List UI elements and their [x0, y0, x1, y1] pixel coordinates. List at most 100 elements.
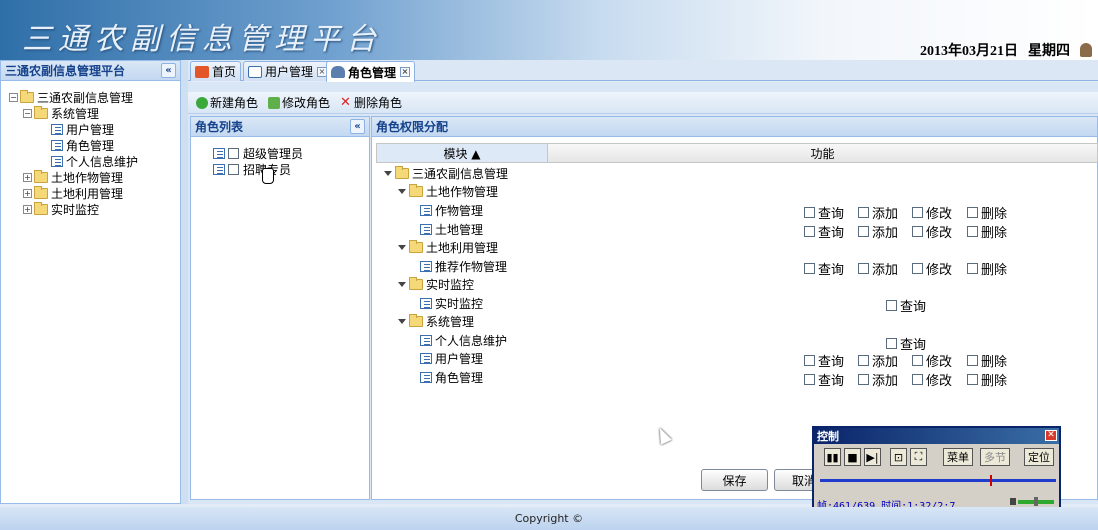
expanded-arrow-icon[interactable]	[384, 170, 392, 176]
perm-row-land-use: 土地利用管理	[376, 238, 1096, 256]
checkbox[interactable]	[804, 226, 815, 237]
nav-tree-root[interactable]: − 三通农副信息管理	[3, 89, 178, 105]
control-window-titlebar[interactable]: 控制 ✕	[814, 428, 1059, 444]
role-icon	[213, 147, 225, 159]
button-label: 删除角色	[354, 96, 403, 110]
checkbox[interactable]	[967, 226, 978, 237]
new-role-button[interactable]: 新建角色	[196, 94, 258, 111]
stop-button[interactable]: ■	[844, 448, 861, 466]
checkbox[interactable]	[912, 374, 923, 385]
locate-button[interactable]: 定位	[1024, 448, 1054, 466]
checkbox[interactable]	[967, 263, 978, 274]
next-frame-button[interactable]: ▶|	[864, 448, 881, 466]
column-header-module[interactable]: 模块 ▲	[377, 144, 548, 162]
fullscreen-icon[interactable]: ⛶	[910, 448, 927, 466]
close-icon[interactable]: ✕	[1045, 430, 1057, 441]
nav-item-land-use-mgmt[interactable]: + 土地利用管理	[3, 185, 178, 201]
checkbox[interactable]	[967, 374, 978, 385]
pause-button[interactable]: ▮▮	[824, 448, 841, 466]
edit-role-button[interactable]: 修改角色	[268, 94, 330, 111]
checkbox[interactable]	[912, 263, 923, 274]
perm-query[interactable]: 查询	[804, 370, 844, 389]
checkbox[interactable]	[967, 207, 978, 218]
tab-role-mgmt[interactable]: 角色管理 ×	[326, 61, 416, 82]
checkbox[interactable]	[858, 374, 869, 385]
page-icon	[420, 334, 432, 346]
expanded-arrow-icon[interactable]	[398, 244, 406, 250]
multi-section-button[interactable]: 多节	[980, 448, 1010, 466]
perm-delete[interactable]: 删除	[967, 370, 1007, 389]
perm-row-role-mgmt: 角色管理 查询 添加 修改 删除	[376, 368, 1096, 389]
perm-row-label: 土地管理	[435, 222, 484, 237]
checkbox[interactable]	[912, 207, 923, 218]
perm-row-land-crop: 土地作物管理	[376, 182, 1096, 200]
nav-item-realtime-monitor[interactable]: + 实时监控	[3, 201, 178, 217]
role-checkbox[interactable]	[228, 147, 239, 159]
perm-add[interactable]: 添加	[858, 370, 898, 389]
folder-open-icon	[34, 105, 48, 119]
perm-row-label: 实时监控	[426, 277, 475, 292]
user-icon[interactable]	[1080, 43, 1092, 57]
nav-item-user-mgmt[interactable]: 用户管理	[3, 121, 178, 137]
expanded-arrow-icon[interactable]	[398, 281, 406, 287]
button-label: 修改角色	[282, 96, 331, 110]
perm-row-crop-mgmt: 作物管理 查询 添加 修改 删除	[376, 201, 1096, 222]
collapse-toggle-icon[interactable]: −	[9, 92, 18, 102]
menu-button[interactable]: 菜单	[943, 448, 973, 466]
folder-open-icon	[395, 165, 409, 179]
checkbox[interactable]	[912, 355, 923, 366]
expand-toggle-icon[interactable]: +	[23, 188, 32, 198]
perm-edit[interactable]: 修改	[912, 370, 952, 389]
checkbox[interactable]	[804, 355, 815, 366]
role-item[interactable]: 超级管理员	[213, 145, 369, 161]
perm-row-system: 系统管理	[376, 312, 1096, 330]
checkbox[interactable]	[804, 263, 815, 274]
checkbox[interactable]	[858, 226, 869, 237]
folder-open-icon	[409, 276, 423, 290]
checkbox[interactable]	[804, 374, 815, 385]
delete-role-button[interactable]: ✕ 删除角色	[340, 94, 402, 111]
folder-open-icon	[409, 239, 423, 253]
checkbox[interactable]	[858, 207, 869, 218]
checkbox[interactable]	[967, 355, 978, 366]
page-icon	[420, 260, 432, 272]
tab-user-mgmt[interactable]: 用户管理 ×	[243, 61, 333, 81]
checkbox[interactable]	[858, 263, 869, 274]
expanded-arrow-icon[interactable]	[398, 188, 406, 194]
expand-toggle-icon[interactable]: +	[23, 172, 32, 182]
checkbox[interactable]	[912, 226, 923, 237]
save-button[interactable]: 保存	[701, 469, 768, 491]
fit-window-icon[interactable]: ⊡	[890, 448, 907, 466]
role-list-collapse-button[interactable]: «	[350, 119, 365, 134]
role-list: 超级管理员 招聘专员	[191, 137, 369, 177]
playback-progress-thumb[interactable]	[989, 475, 992, 486]
control-window-title: 控制	[817, 430, 839, 443]
nav-item-label: 个人信息维护	[66, 154, 139, 169]
checkbox[interactable]	[886, 338, 897, 349]
checkbox[interactable]	[886, 300, 897, 311]
perm-row-land-mgmt: 土地管理 查询 添加 修改 删除	[376, 220, 1096, 241]
hand-cursor-icon	[262, 168, 274, 184]
volume-slider-thumb[interactable]	[1034, 497, 1038, 506]
nav-item-role-mgmt[interactable]: 角色管理	[3, 137, 178, 153]
left-panel-collapse-button[interactable]: «	[161, 63, 176, 78]
close-icon[interactable]: ×	[400, 67, 411, 77]
expanded-arrow-icon[interactable]	[398, 318, 406, 324]
role-item[interactable]: 招聘专员	[213, 161, 369, 177]
role-checkbox[interactable]	[228, 163, 239, 175]
nav-item-personal-info[interactable]: 个人信息维护	[3, 153, 178, 169]
column-header-function[interactable]: 功能	[548, 144, 1097, 162]
perm-row-label: 三通农副信息管理	[412, 166, 509, 181]
nav-item-system-mgmt[interactable]: − 系统管理	[3, 105, 178, 121]
tab-home[interactable]: 首页	[190, 61, 242, 81]
expand-toggle-icon[interactable]: +	[23, 204, 32, 214]
layout-splitter[interactable]	[181, 60, 188, 504]
role-label: 超级管理员	[243, 146, 304, 161]
checkbox[interactable]	[858, 355, 869, 366]
playback-progress-track[interactable]	[820, 479, 1056, 482]
perm-row-realtime: 实时监控	[376, 275, 1096, 293]
perm-row-realtime-leaf: 实时监控 查询	[376, 294, 1096, 315]
collapse-toggle-icon[interactable]: −	[23, 108, 32, 118]
nav-item-land-crop-mgmt[interactable]: + 土地作物管理	[3, 169, 178, 185]
checkbox[interactable]	[804, 207, 815, 218]
